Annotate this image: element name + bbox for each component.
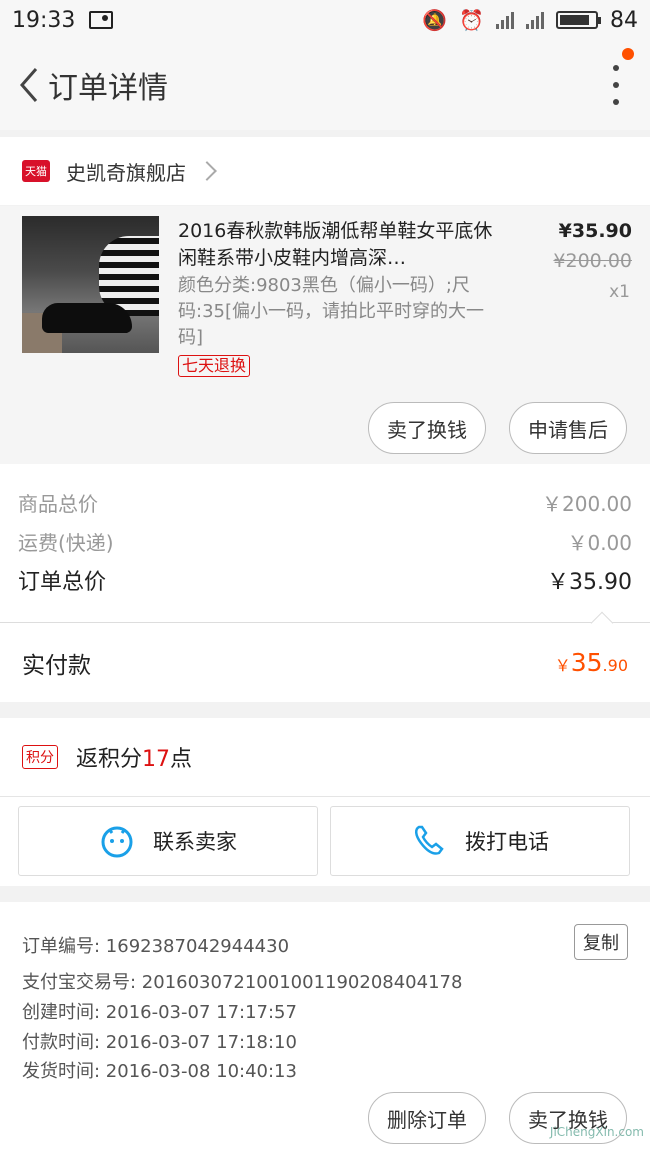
nav-header: 订单详情	[0, 40, 650, 130]
contact-section: 联系卖家 拨打电话	[0, 796, 650, 886]
order-total-value: ￥35.90	[547, 570, 632, 595]
phone-icon	[415, 825, 444, 855]
status-bar: 19:33 🔕 ⏰ 84	[0, 0, 650, 40]
points-row: 积分 返积分17点	[0, 718, 650, 796]
shipping-value: ￥0.00	[567, 531, 632, 555]
battery-icon	[556, 11, 601, 29]
shipping-label: 运费(快递)	[18, 531, 114, 555]
shipping-row: 运费(快递) ￥0.00	[18, 527, 632, 556]
chat-face-icon	[101, 826, 133, 858]
shop-row[interactable]: 天猫 史凯奇旗舰店	[0, 137, 650, 205]
signal-icon	[496, 11, 514, 29]
shop-name: 史凯奇旗舰店	[66, 160, 186, 185]
tmall-icon: 天猫	[22, 160, 50, 182]
amount-paid-label: 实付款	[22, 652, 91, 679]
after-sales-button[interactable]: 申请售后	[509, 402, 627, 454]
page-title: 订单详情	[48, 71, 168, 106]
points-text: 返积分17点	[76, 747, 193, 772]
signal-4g-icon	[526, 11, 544, 29]
more-menu-icon[interactable]	[606, 65, 626, 105]
status-icons: 🔕 ⏰ 84	[422, 8, 638, 33]
product-title: 2016春秋款韩版潮低帮单鞋女平底休闲鞋系带小皮鞋内增高深…	[178, 220, 493, 269]
product-sku: 颜色分类:9803黑色（偏小一码）;尺码:35[偏小一码，请拍比平时穿的大一码]	[178, 275, 484, 348]
product-thumbnail[interactable]	[22, 216, 159, 353]
status-time: 19:33	[12, 7, 76, 33]
alarm-clock-icon: ⏰	[459, 8, 484, 32]
copy-button[interactable]: 复制	[574, 924, 628, 960]
call-phone-button[interactable]: 拨打电话	[330, 806, 630, 876]
sell-button[interactable]: 卖了换钱	[368, 402, 486, 454]
goods-total-value: ￥200.00	[542, 492, 632, 516]
goods-total-row: 商品总价 ￥200.00	[18, 488, 632, 517]
order-total-label: 订单总价	[18, 570, 107, 595]
paid-time: 付款时间: 2016-03-07 17:18:10	[22, 1032, 297, 1053]
product-item[interactable]: 2016春秋款韩版潮低帮单鞋女平底休闲鞋系带小皮鞋内增高深… 颜色分类:9803…	[0, 206, 650, 464]
contact-seller-button[interactable]: 联系卖家	[18, 806, 318, 876]
shipped-time: 发货时间: 2016-03-08 10:40:13	[22, 1061, 297, 1082]
product-quantity: x1	[609, 282, 630, 302]
battery-level: 84	[610, 7, 638, 33]
return-policy-badge: 七天退换	[178, 355, 251, 377]
contact-seller-label: 联系卖家	[153, 830, 237, 854]
goods-total-label: 商品总价	[18, 492, 98, 516]
amount-paid-row: 实付款 ￥35.90	[0, 622, 650, 702]
product-original-price: ¥200.00	[553, 250, 632, 272]
delete-order-button[interactable]: 删除订单	[368, 1092, 486, 1144]
points-badge: 积分	[22, 745, 58, 769]
chevron-right-icon	[197, 161, 217, 181]
amount-paid-value: ￥35.90	[554, 648, 628, 677]
order-number: 订单编号: 1692387042944430	[22, 936, 290, 957]
bottom-action-bar: 删除订单 卖了换钱 JiChengXin.com	[0, 1082, 650, 1155]
back-icon[interactable]	[4, 55, 54, 115]
call-phone-label: 拨打电话	[465, 830, 549, 854]
notification-dot	[622, 48, 634, 60]
mute-bell-icon: 🔕	[422, 8, 448, 32]
created-time: 创建时间: 2016-03-07 17:17:57	[22, 1002, 297, 1023]
order-total-row: 订单总价 ￥35.90	[18, 564, 632, 596]
watermark: JiChengXin.com	[549, 1125, 644, 1139]
price-summary: 商品总价 ￥200.00 运费(快递) ￥0.00 订单总价 ￥35.90	[0, 464, 650, 622]
image-notification-icon	[89, 11, 114, 29]
product-price: ¥35.90	[558, 220, 632, 242]
alipay-trade-number: 支付宝交易号: 2016030721001001190208404178	[22, 972, 463, 993]
